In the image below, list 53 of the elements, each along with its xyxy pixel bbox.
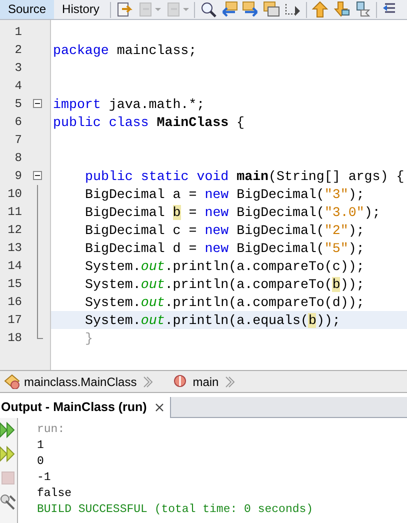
line-number: 15	[6, 276, 23, 293]
line-number: 9	[14, 168, 23, 185]
collapse-icon[interactable]	[33, 99, 42, 108]
line-number: 3	[14, 60, 23, 77]
line-number: 1	[14, 24, 23, 41]
caret-icon	[183, 8, 190, 11]
close-button[interactable]	[154, 403, 164, 412]
editor-tab[interactable]: Source	[0, 0, 54, 19]
code-line: }	[85, 331, 93, 346]
output-line: BUILD SUCCESSFUL (total time: 0 seconds)	[37, 503, 314, 516]
code-line: import java.math.*;	[53, 97, 205, 112]
code-line: BigDecimal a = new BigDecimal("3");	[85, 187, 364, 202]
fold-end-line	[37, 329, 43, 339]
code-line: BigDecimal b = new BigDecimal("3.0");	[85, 205, 380, 220]
line-number: 6	[14, 114, 23, 131]
chevron-icon	[224, 376, 235, 388]
code-line: System.out.println(a.equals(b));	[85, 313, 340, 328]
output-tab[interactable]: Output - MainClass (run)	[0, 397, 171, 418]
output-line: -1	[37, 471, 51, 484]
caret-icon	[155, 8, 162, 11]
line-number: 5	[14, 96, 23, 113]
breadcrumb[interactable]: mainclass.MainClass	[4, 372, 137, 390]
code-line: BigDecimal c = new BigDecimal("2");	[85, 223, 364, 238]
breadcrumb[interactable]: main	[172, 372, 219, 390]
line-number: 4	[14, 78, 23, 95]
code-line: System.out.println(a.compareTo(c));	[85, 259, 364, 274]
line-number: 13	[6, 240, 23, 257]
collapse-icon[interactable]	[33, 171, 42, 180]
output-line: 1	[37, 439, 44, 452]
method-icon	[172, 374, 189, 389]
line-number: 12	[6, 222, 23, 239]
line-number: 8	[14, 150, 23, 167]
code-line: BigDecimal d = new BigDecimal("5");	[85, 241, 364, 256]
code-line: System.out.println(a.compareTo(d));	[85, 295, 364, 310]
close-icon	[154, 403, 164, 412]
output-line: run:	[37, 423, 65, 436]
line-number: 16	[6, 294, 23, 311]
editor-tab[interactable]: History	[54, 0, 108, 19]
line-number: 7	[14, 132, 23, 149]
chevron-icon	[142, 376, 153, 388]
code-line: package mainclass;	[53, 43, 197, 58]
line-number: 17	[6, 312, 23, 329]
line-number: 10	[6, 186, 23, 203]
line-number: 11	[6, 204, 23, 221]
code-line: System.out.println(a.compareTo(b));	[85, 277, 364, 292]
output-line: false	[37, 487, 72, 500]
code-line: public class MainClass {	[53, 115, 245, 130]
class-icon	[4, 374, 20, 389]
line-number: 18	[6, 330, 23, 347]
line-number: 2	[14, 42, 23, 59]
output-line: 0	[37, 455, 44, 468]
code-line: public static void main(String[] args) {	[85, 169, 404, 184]
line-number: 14	[6, 258, 23, 275]
